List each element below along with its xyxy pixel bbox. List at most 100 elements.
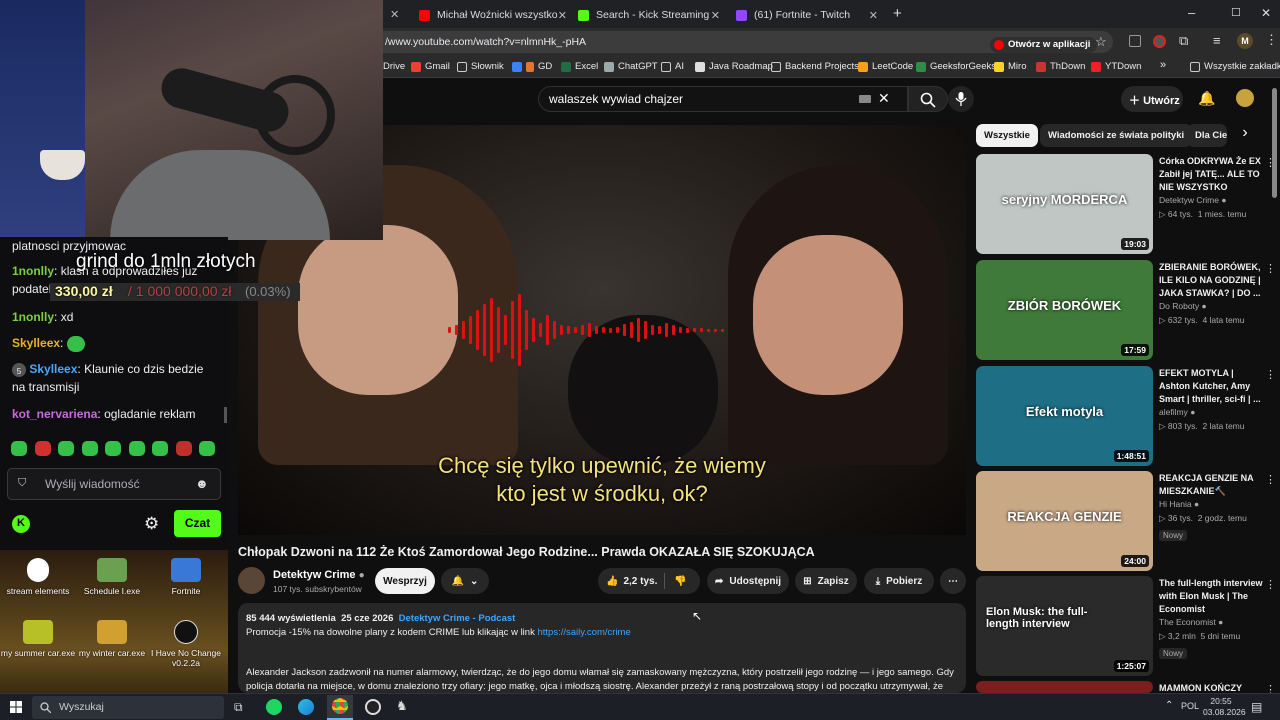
recommendation-title[interactable]: Córka ODKRYWA Że EX Zabił jej TATĘ... AL… xyxy=(1159,155,1263,194)
taskbar-chrome-active[interactable] xyxy=(327,695,353,720)
channel-name-row[interactable]: Detektyw Crime ● xyxy=(273,569,365,581)
task-view-icon[interactable]: ⧉ xyxy=(234,700,243,715)
desktop-icon-i-have-no-change[interactable]: I Have No Change v0.2.2a xyxy=(148,620,224,668)
recommendation-channel[interactable]: Do Roboty ● xyxy=(1159,301,1207,311)
recommendation-card[interactable]: Elon Musk: the full-length interview 1:25… xyxy=(976,576,1276,676)
emote-icon[interactable] xyxy=(175,441,192,456)
recommendation-thumbnail[interactable]: ZBIÓR BORÓWEK 17:59 xyxy=(976,260,1153,360)
page-scrollbar[interactable] xyxy=(1272,88,1277,198)
tab-kick[interactable]: Search - Kick Streaming ✕ xyxy=(578,4,720,26)
recommendation-channel[interactable]: Detektyw Crime ● xyxy=(1159,195,1227,205)
recommendation-channel[interactable]: The Economist ● xyxy=(1159,617,1223,627)
emoji-icon[interactable]: ☻ xyxy=(195,476,209,491)
more-options-icon[interactable]: ⋮ xyxy=(1265,368,1276,381)
desktop-icon-stream-elements[interactable]: stream elements xyxy=(0,558,76,596)
bookmark-excel[interactable]: Excel xyxy=(561,61,598,72)
more-options-icon[interactable]: ⋮ xyxy=(1265,473,1276,486)
share-button[interactable]: ➦ Udostępnij xyxy=(707,568,789,594)
recommendation-title[interactable]: The full-length interview with Elon Musk… xyxy=(1159,577,1263,616)
chat-username[interactable]: 1nonlly xyxy=(12,310,54,324)
download-button[interactable]: ⤓ Pobierz xyxy=(864,568,934,594)
desktop-icon-fortnite[interactable]: Fortnite xyxy=(148,558,224,596)
language-indicator[interactable]: POL xyxy=(1181,701,1199,711)
recommendation-thumbnail[interactable]: seryjny MORDERCA 19:03 xyxy=(976,154,1153,254)
channel-avatar[interactable] xyxy=(238,567,265,594)
subscription-bell-button[interactable]: 🔔 ⌄ xyxy=(441,568,489,594)
bookmarks-more-button[interactable]: » xyxy=(1160,59,1166,71)
chip-all[interactable]: Wszystkie xyxy=(976,124,1038,147)
keyboard-icon[interactable] xyxy=(859,95,871,103)
maximize-icon[interactable]: ☐ xyxy=(1231,6,1241,19)
obs-icon[interactable] xyxy=(365,699,381,715)
chat-send-button[interactable]: Czat xyxy=(174,510,221,537)
chat-username[interactable]: 1nonlly xyxy=(12,264,54,278)
bookmark-chatgpt[interactable]: ChatGPT xyxy=(604,61,658,72)
emote-icon[interactable] xyxy=(152,441,168,456)
recommendation-title[interactable]: EFEKT MOTYLA | Ashton Kutcher, Amy Smart… xyxy=(1159,367,1263,406)
bookmark-ai[interactable]: AI xyxy=(661,61,684,72)
extension-icon[interactable] xyxy=(1153,35,1166,48)
bookmark-geeksforgeeks[interactable]: GeeksforGeeks xyxy=(916,61,996,72)
recommendation-card[interactable]: Efekt motyla 1:48:51 EFEKT MOTYLA | Ashton… xyxy=(976,366,1276,466)
notifications-bell-icon[interactable]: 🔔 xyxy=(1198,90,1215,107)
emote-icon[interactable] xyxy=(58,441,74,456)
bookmark-ytdown[interactable]: YTDown xyxy=(1091,61,1141,72)
spotify-icon[interactable] xyxy=(266,699,282,715)
promo-link[interactable]: https://saily.com/crime xyxy=(537,627,630,638)
notification-center-icon[interactable]: ▤ xyxy=(1251,700,1262,714)
dislike-button[interactable]: 👎 xyxy=(674,576,686,587)
chip-politics[interactable]: Wiadomości ze świata polityki xyxy=(1040,124,1193,147)
video-description[interactable]: 85 444 wyświetlenia 25 cze 2026 Detektyw… xyxy=(238,603,966,693)
bookmark-drive[interactable]: Drive xyxy=(383,61,405,72)
chat-input[interactable]: ⛉ Wyślij wiadomość ☻ xyxy=(7,468,221,500)
window-close-icon[interactable]: ✕ xyxy=(1261,6,1271,20)
bookmark-backend-projects[interactable]: Backend Projects xyxy=(771,61,859,72)
emote-icon[interactable] xyxy=(199,441,215,456)
more-options-icon[interactable]: ⋮ xyxy=(1265,578,1276,591)
recommendation-thumbnail[interactable]: Efekt motyla 1:48:51 xyxy=(976,366,1153,466)
minimize-icon[interactable]: – xyxy=(1188,5,1195,20)
bookmark-slownik[interactable]: Słownik xyxy=(457,61,504,72)
reading-list-icon[interactable]: ≡ xyxy=(1213,33,1221,48)
app-icon[interactable]: ♞ xyxy=(396,698,408,714)
emote-icon[interactable] xyxy=(128,441,145,456)
recommendation-card[interactable]: ZBIÓR BORÓWEK 17:59 ZBIERANIE BORÓWEK, ILE… xyxy=(976,260,1276,360)
profile-avatar-icon[interactable]: M xyxy=(1237,33,1253,49)
tab-close-icon[interactable]: ✕ xyxy=(711,9,720,22)
recommendation-card[interactable]: REAKCJA GENZIE 24:00 REAKCJA GENZIE NA MIE… xyxy=(976,471,1276,571)
like-button[interactable]: 👍 2,2 tys. xyxy=(606,576,657,587)
podcast-link[interactable]: Detektyw Crime - Podcast xyxy=(399,613,516,624)
create-button[interactable]: ＋ Utwórz xyxy=(1121,86,1183,112)
clock[interactable]: 20:55 03.08.2026 xyxy=(1203,696,1246,718)
chat-username[interactable]: Skylleex xyxy=(12,336,60,350)
url-field[interactable]: /www.youtube.com/watch?v=nlmnHk_-pHA Otw… xyxy=(383,31,1113,53)
desktop-icon-my-winter-car[interactable]: my winter car.exe xyxy=(74,620,150,658)
browser-menu-icon[interactable]: ⋮ xyxy=(1265,32,1278,48)
desktop-icon-my-summer-car[interactable]: my summer car.exe xyxy=(0,620,76,658)
all-bookmarks-folder[interactable]: Wszystkie zakładki xyxy=(1190,61,1280,72)
bookmark-star-icon[interactable]: ☆ xyxy=(1095,34,1107,50)
extensions-puzzle-icon[interactable]: ⧉ xyxy=(1179,33,1188,49)
chips-next-arrow-icon[interactable]: › xyxy=(1232,124,1258,148)
taskbar-search-input[interactable]: Wyszukaj xyxy=(32,696,224,719)
bookmark-leetcode[interactable]: LeetCode xyxy=(858,61,913,72)
more-options-icon[interactable]: ⋮ xyxy=(1265,262,1276,275)
tab-close-icon[interactable]: ✕ xyxy=(558,9,567,22)
bookmark-miro[interactable]: Miro xyxy=(994,61,1026,72)
voice-search-button[interactable] xyxy=(948,86,974,112)
recommendation-thumbnail[interactable]: Elon Musk: the full-length interview 1:25… xyxy=(976,576,1153,676)
account-avatar[interactable] xyxy=(1236,89,1254,107)
search-input[interactable]: walaszek wywiad chajzer ✕ xyxy=(538,86,908,112)
more-actions-button[interactable]: ⋯ xyxy=(940,568,966,594)
chip-for-you[interactable]: Dla Cie xyxy=(1187,124,1227,147)
edge-icon[interactable] xyxy=(298,699,314,715)
emote-icon[interactable] xyxy=(34,441,51,456)
tab-twitch[interactable]: (61) Fortnite - Twitch ✕ xyxy=(736,4,878,26)
tray-chevron-up-icon[interactable]: ⌃ xyxy=(1165,700,1173,711)
chat-settings-gear-icon[interactable]: ⚙ xyxy=(144,514,159,534)
bookmark-gmail[interactable]: Gmail xyxy=(411,61,450,72)
windows-start-icon[interactable] xyxy=(10,701,22,713)
emote-icon[interactable] xyxy=(11,441,27,456)
search-button[interactable] xyxy=(908,86,948,112)
recommendation-channel[interactable]: Hi Hania ● xyxy=(1159,499,1199,509)
